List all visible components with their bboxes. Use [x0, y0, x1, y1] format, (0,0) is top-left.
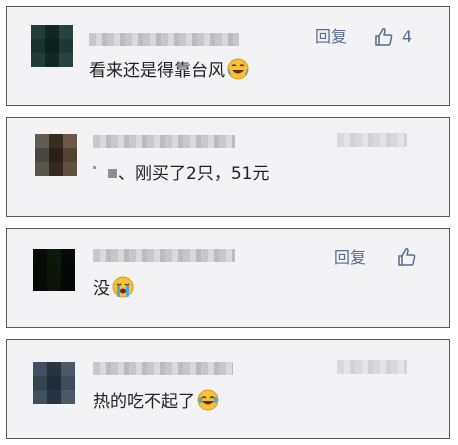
comment-text-content: 、刚买了2只，51元 — [118, 164, 270, 184]
author-name[interactable] — [93, 249, 235, 262]
redaction-mark — [93, 166, 96, 169]
avatar[interactable] — [33, 362, 75, 404]
comment-card: 看来还是得靠台风 回复 4 — [6, 6, 450, 106]
avatar[interactable] — [31, 25, 73, 67]
reply-button[interactable]: 回复 — [334, 249, 366, 267]
comment-text: 、刚买了2只，51元 — [93, 164, 269, 184]
comment-card: 、刚买了2只，51元 — [6, 117, 450, 217]
author-name[interactable] — [93, 135, 235, 148]
crying-emoji-icon — [112, 276, 134, 298]
comment-text-content: 没 — [93, 279, 110, 299]
comment-text: 热的吃不起了 — [93, 389, 219, 412]
comment-card: 没 回复 — [6, 228, 450, 328]
thumbs-up-icon[interactable] — [374, 27, 394, 47]
avatar[interactable] — [33, 249, 75, 291]
comment-text: 没 — [93, 276, 134, 299]
blurred-action — [337, 133, 407, 147]
reply-button[interactable]: 回复 — [315, 28, 347, 46]
rolling-laughing-emoji-icon — [227, 58, 249, 80]
comment-text-content: 看来还是得靠台风 — [89, 61, 225, 81]
comment-card: 热的吃不起了 — [6, 339, 450, 439]
author-name[interactable] — [93, 362, 233, 375]
comment-text-content: 热的吃不起了 — [93, 392, 195, 412]
comment-text: 看来还是得靠台风 — [89, 58, 249, 81]
blurred-action — [337, 360, 407, 374]
redaction-mark — [108, 169, 117, 178]
thumbs-up-icon[interactable] — [397, 247, 417, 267]
like-count: 4 — [402, 27, 413, 46]
author-name[interactable] — [89, 33, 239, 46]
tears-of-joy-emoji-icon — [197, 389, 219, 411]
avatar[interactable] — [35, 134, 77, 176]
